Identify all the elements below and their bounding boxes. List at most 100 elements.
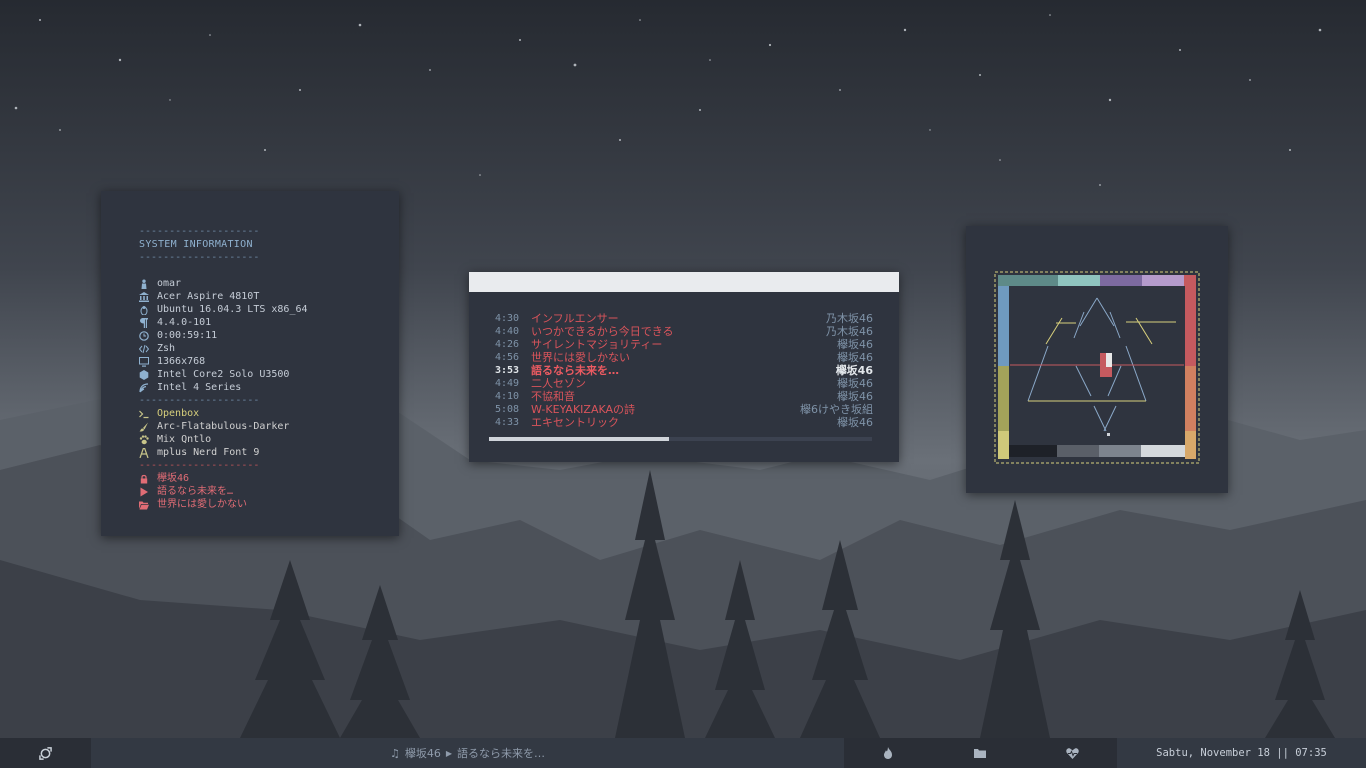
info-value: 1366x768	[157, 356, 206, 367]
info-row: Arc-Flatabulous-Darker	[139, 420, 379, 433]
track-artist: 乃木坂46	[826, 312, 873, 325]
info-row: Mix Qntlo	[139, 433, 379, 446]
linux-icon	[139, 305, 157, 315]
playlist-track[interactable]: 4:49 二人セゾン 欅坂46	[495, 377, 873, 390]
playlist-track[interactable]: 5:08 W-KEYAKIZAKAの詩 欅6けやき坂組	[495, 403, 873, 416]
music-player-window[interactable]: 4:30 インフルエンサー 乃木坂46 4:40 いつかできるから今日できる 乃木坂46 4…	[469, 272, 899, 462]
playlist-track[interactable]: 3:53 語るなら未来を… 欅坂46	[495, 364, 873, 377]
track-artist: 欅坂46	[837, 416, 873, 429]
playlist-track[interactable]: 4:40 いつかできるから今日できる 乃木坂46	[495, 325, 873, 338]
playlist-track[interactable]: 4:56 世界には愛しかない 欅坂46	[495, 351, 873, 364]
info-value: Zsh	[157, 343, 176, 354]
info-row: Openbox	[139, 407, 379, 420]
info-row: omar	[139, 277, 379, 290]
track-artist: 欅6けやき坂組	[800, 403, 873, 416]
track-duration: 3:53	[495, 365, 520, 376]
info-value: Arc-Flatabulous-Darker	[157, 421, 290, 432]
playlist-track[interactable]: 4:33 エキセントリック 欅坂46	[495, 416, 873, 429]
track-title: 語るなら未来を…	[531, 364, 619, 377]
info-value: Acer Aspire 4810T	[157, 291, 260, 302]
music-note-icon: ♫	[389, 746, 400, 760]
heartbeat-icon[interactable]	[1065, 746, 1079, 760]
divider: --------------------	[139, 395, 260, 406]
info-value: Intel 4 Series	[157, 382, 242, 393]
info-value: Mix Qntlo	[157, 434, 212, 445]
track-title: エキセントリック	[531, 416, 619, 429]
clock[interactable]: Sabtu, November 18 || 07:35	[1117, 738, 1366, 768]
panel-title: SYSTEM INFORMATION	[139, 239, 253, 250]
track-title: いつかできるから今日できる	[531, 325, 674, 338]
divider: --------------------	[139, 252, 260, 263]
track-duration: 4:56	[495, 352, 520, 363]
track-duration: 4:26	[495, 339, 520, 350]
info-row: 欅坂46	[139, 472, 379, 485]
taskbar: ♫ 欅坂46 ▶ 語るなら未来を… Sabtu, November 18 || …	[0, 738, 1366, 768]
info-value: Ubuntu 16.04.3 LTS x86_64	[157, 304, 308, 315]
playback-progress-bar[interactable]	[489, 437, 872, 441]
info-row: Intel Core2 Solo U3500	[139, 368, 379, 381]
fire-icon[interactable]	[881, 746, 895, 760]
divider: --------------------	[139, 226, 260, 237]
track-duration: 4:40	[495, 326, 520, 337]
track-title: サイレントマジョリティー	[531, 338, 663, 351]
now-playing-title: 語るなら未来を…	[457, 747, 546, 760]
separator-arrow-icon: ▶	[445, 748, 453, 758]
track-artist: 欅坂46	[837, 338, 873, 351]
info-value: mplus Nerd Font 9	[157, 447, 260, 458]
lock-icon	[139, 474, 157, 484]
info-value: 欅坂46	[157, 473, 190, 484]
folder-open-icon	[139, 500, 157, 510]
progress-fill	[489, 437, 669, 441]
play-icon	[139, 487, 157, 497]
track-duration: 4:33	[495, 417, 520, 428]
start-button[interactable]	[0, 738, 91, 768]
track-title: インフルエンサー	[531, 312, 619, 325]
info-row: 語るなら未来を…	[139, 485, 379, 498]
font-icon	[139, 447, 157, 458]
track-duration: 4:10	[495, 391, 520, 402]
track-duration: 4:49	[495, 378, 520, 389]
playlist-track[interactable]: 4:30 インフルエンサー 乃木坂46	[495, 312, 873, 325]
info-row: Ubuntu 16.04.3 LTS x86_64	[139, 303, 379, 316]
bank-icon	[139, 291, 157, 302]
terminal-icon	[139, 409, 157, 419]
now-playing-widget[interactable]: ♫ 欅坂46 ▶ 語るなら未来を…	[91, 738, 844, 768]
playlist-track[interactable]: 4:10 不協和音 欅坂46	[495, 390, 873, 403]
track-title: W-KEYAKIZAKAの詩	[531, 403, 636, 416]
window-titlebar[interactable]	[469, 272, 899, 292]
refresh-icon	[39, 746, 52, 760]
track-artist: 欅坂46	[835, 364, 873, 377]
paragraph-icon	[139, 317, 157, 328]
cpu-icon	[139, 369, 157, 380]
info-value: Openbox	[157, 408, 200, 419]
info-value: 語るなら未来を…	[157, 486, 234, 497]
track-title: 二人セゾン	[531, 377, 586, 390]
info-value: 4.4.0-101	[157, 317, 212, 328]
track-artist: 欅坂46	[837, 390, 873, 403]
track-artist: 欅坂46	[837, 377, 873, 390]
ascii-art-panel	[966, 226, 1228, 493]
track-artist: 欅坂46	[837, 351, 873, 364]
info-row: Intel 4 Series	[139, 381, 379, 394]
info-value: Intel Core2 Solo U3500	[157, 369, 290, 380]
code-icon	[139, 344, 157, 354]
clock-icon	[139, 330, 157, 341]
info-row: 世界には愛しかない	[139, 498, 379, 511]
info-row: 4.4.0-101	[139, 316, 379, 329]
track-title: 不協和音	[531, 390, 575, 403]
gpu-icon	[139, 382, 157, 393]
now-playing-artist: 欅坂46	[404, 747, 441, 760]
playlist-track[interactable]: 4:26 サイレントマジョリティー 欅坂46	[495, 338, 873, 351]
track-artist: 乃木坂46	[826, 325, 873, 338]
info-row: 0:00:59:11	[139, 329, 379, 342]
folder-icon[interactable]	[973, 746, 987, 760]
tray-icons	[844, 738, 1117, 768]
divider: --------------------	[139, 460, 260, 471]
track-title: 世界には愛しかない	[531, 351, 630, 364]
info-value: 0:00:59:11	[157, 330, 218, 341]
info-value: omar	[157, 278, 182, 289]
track-duration: 5:08	[495, 404, 520, 415]
system-info-panel: -------------------- SYSTEM INFORMATION …	[101, 191, 399, 536]
info-value: 世界には愛しかない	[157, 499, 247, 510]
playlist[interactable]: 4:30 インフルエンサー 乃木坂46 4:40 いつかできるから今日できる 乃木坂46 4…	[495, 312, 873, 429]
